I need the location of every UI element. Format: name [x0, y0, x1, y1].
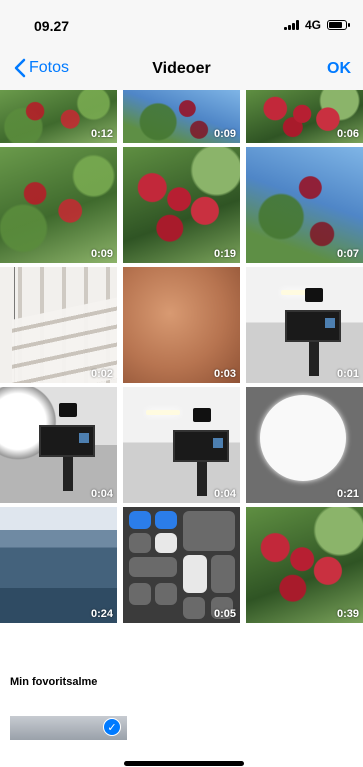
checkmark-icon: ✓: [103, 718, 121, 736]
moon-tile-shape: [155, 533, 177, 553]
video-duration: 0:21: [336, 488, 359, 500]
volume-slider-shape: [211, 555, 235, 593]
video-thumbnail[interactable]: 0:09: [123, 90, 240, 143]
video-duration: 0:12: [90, 128, 113, 140]
video-thumbnail[interactable]: 0:19: [123, 147, 240, 263]
brightness-slider-shape: [183, 555, 207, 593]
bluetooth-tile-shape: [155, 511, 177, 529]
video-duration: 0:01: [336, 368, 359, 380]
video-thumbnail[interactable]: 0:12: [0, 90, 117, 143]
video-grid: 0:12 0:09 0:06 0:09 0:19 0:07 0:02 0:03 …: [0, 90, 363, 623]
video-thumbnail[interactable]: 0:21: [246, 387, 363, 503]
video-duration: 0:04: [90, 488, 113, 500]
video-thumbnail[interactable]: 0:09: [0, 147, 117, 263]
camera-rig-shape: [173, 407, 230, 496]
video-duration: 0:39: [336, 608, 359, 620]
home-indicator[interactable]: [124, 761, 244, 766]
video-thumbnail[interactable]: 0:05: [123, 507, 240, 623]
network-label: 4G: [304, 18, 321, 32]
lock-tile-shape: [129, 533, 151, 553]
status-indicators: 4G: [283, 18, 350, 32]
video-duration: 0:19: [213, 248, 236, 260]
media-tile-shape: [183, 511, 235, 551]
album-thumbnail[interactable]: ✓: [10, 716, 127, 740]
video-duration: 0:02: [90, 368, 113, 380]
calculator-tile-shape: [183, 597, 205, 619]
status-bar: 09.27 4G: [0, 0, 363, 50]
flashlight-tile-shape: [129, 583, 151, 605]
video-duration: 0:04: [213, 488, 236, 500]
camera-rig-shape: [284, 287, 341, 376]
mirror-tile-shape: [129, 557, 177, 577]
ok-button[interactable]: OK: [327, 60, 351, 78]
page-title: Videoer: [152, 60, 211, 77]
video-duration: 0:09: [213, 128, 236, 140]
video-duration: 0:06: [336, 128, 359, 140]
wifi-tile-shape: [129, 511, 151, 529]
video-duration: 0:24: [90, 608, 113, 620]
battery-icon: [327, 20, 350, 30]
video-thumbnail[interactable]: 0:03: [123, 267, 240, 383]
video-thumbnail[interactable]: 0:06: [246, 90, 363, 143]
video-thumbnail[interactable]: 0:24: [0, 507, 117, 623]
video-duration: 0:09: [90, 248, 113, 260]
status-time: 09.27: [34, 18, 70, 34]
camera-rig-shape: [38, 403, 95, 492]
video-thumbnail[interactable]: 0:07: [246, 147, 363, 263]
video-thumbnail[interactable]: 0:39: [246, 507, 363, 623]
video-thumbnail[interactable]: 0:01: [246, 267, 363, 383]
video-thumbnail[interactable]: 0:04: [123, 387, 240, 503]
signal-icon: [283, 20, 299, 30]
lamp-shape: [146, 410, 181, 416]
album-title: Min fovoritsalme: [10, 676, 98, 688]
video-duration: 0:07: [336, 248, 359, 260]
video-thumbnail[interactable]: 0:04: [0, 387, 117, 503]
video-thumbnail[interactable]: 0:02: [0, 267, 117, 383]
video-duration: 0:05: [213, 608, 236, 620]
timer-tile-shape: [155, 583, 177, 605]
video-duration: 0:03: [213, 368, 236, 380]
navigation-bar: Fotos Videoer OK: [0, 50, 363, 90]
